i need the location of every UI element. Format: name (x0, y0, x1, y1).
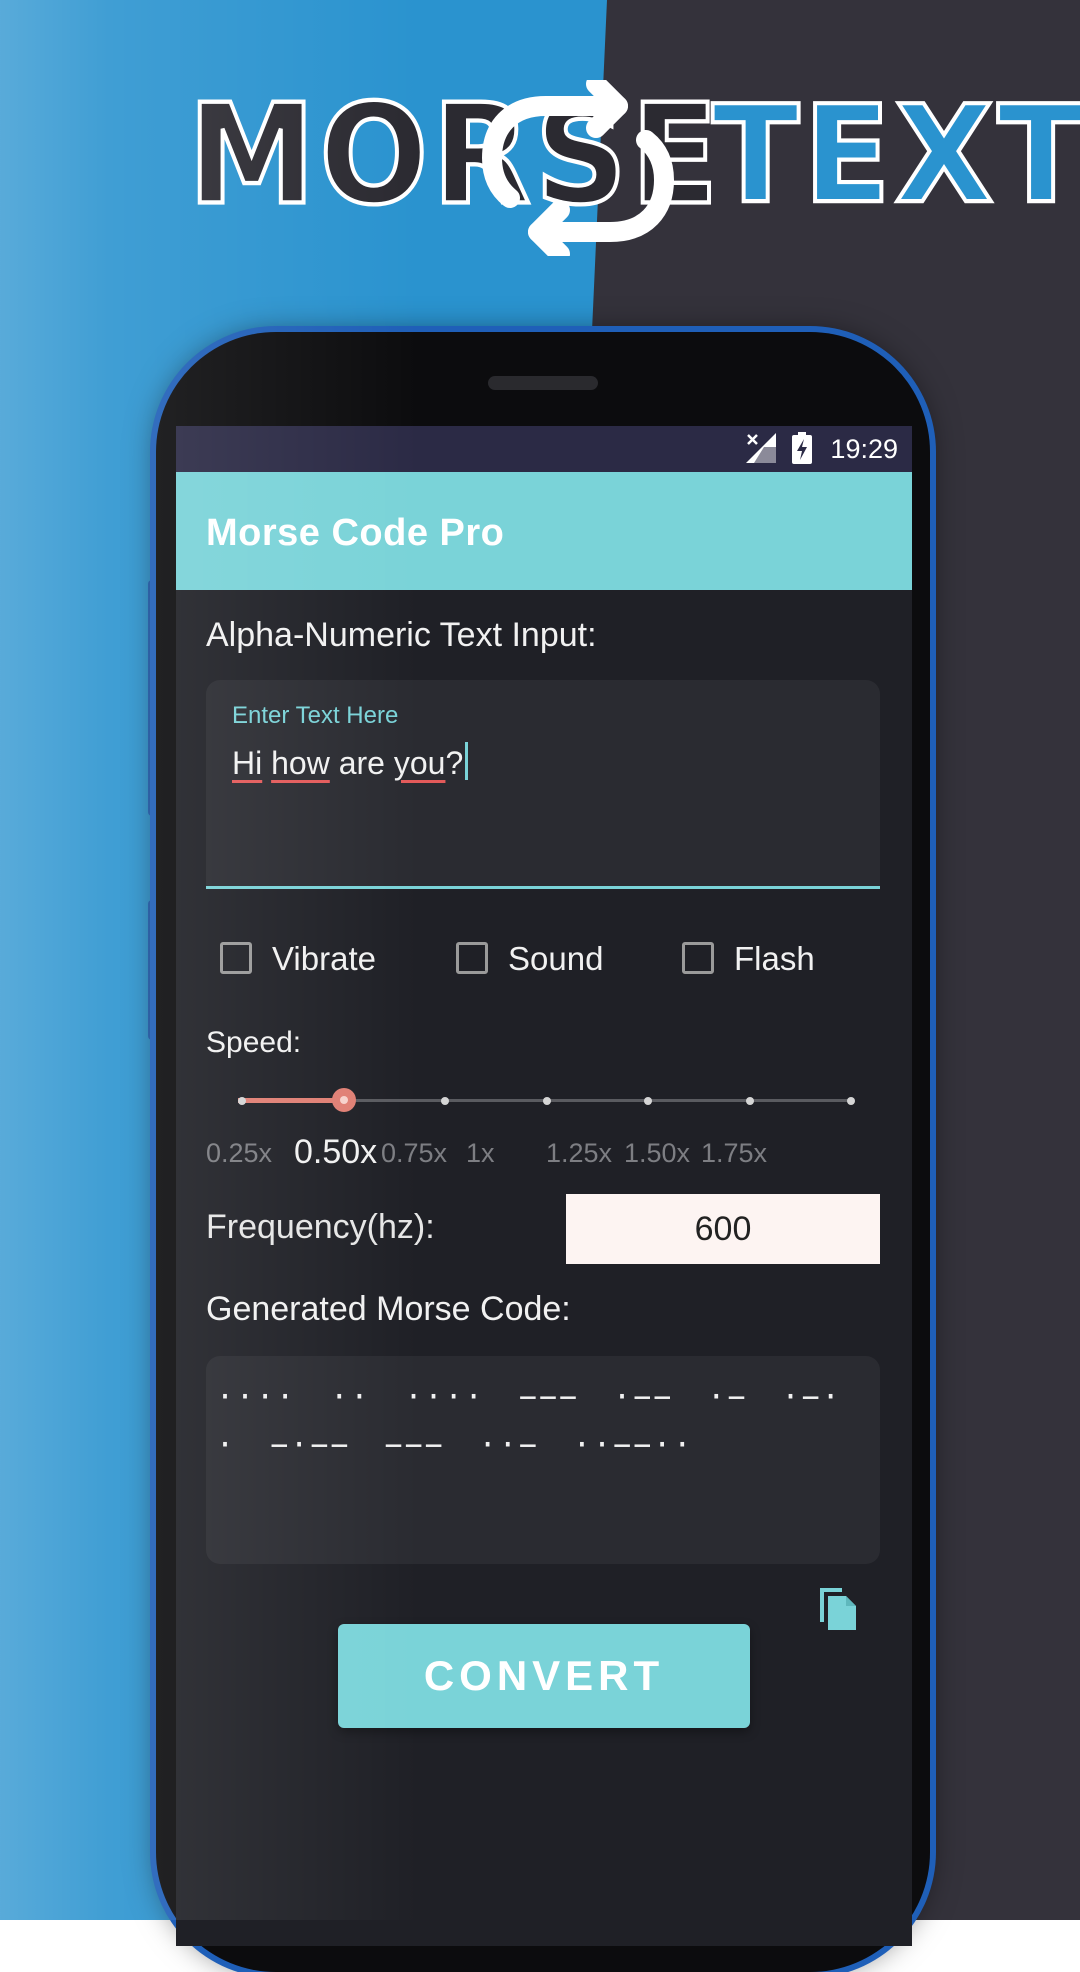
text-input-value: Hi how are you? (232, 742, 469, 782)
app-title: Morse Code Pro (206, 512, 505, 554)
speed-tick-label[interactable]: 1.25x (546, 1138, 612, 1169)
banner-text-word: TEXT (710, 77, 1080, 234)
morse-output-label: Generated Morse Code: (206, 1290, 571, 1328)
speed-slider-tick (542, 1097, 551, 1105)
morse-output-box[interactable]: ···· ·· ···· −−− ·−− ·− ·−· · −·−− −−− ·… (206, 1356, 880, 1564)
swap-arrows-icon (482, 80, 674, 256)
checkbox-box[interactable] (220, 942, 252, 974)
text-input-hint: Enter Text Here (232, 702, 399, 729)
speed-slider-tick (441, 1097, 449, 1105)
copy-icon[interactable] (816, 1584, 860, 1634)
battery-charging-icon (792, 432, 812, 464)
phone-side-button (148, 900, 156, 1040)
status-time: 19:29 (830, 434, 898, 464)
misspelled-word: you (393, 745, 446, 781)
speed-label: Speed: (206, 1026, 302, 1059)
phone-speaker (488, 376, 598, 390)
flash-label: Flash (734, 940, 815, 977)
checkbox-box[interactable] (456, 942, 488, 974)
misspelled-word: Hi (232, 745, 263, 781)
input-text-segment (262, 745, 271, 781)
speed-slider-tick (745, 1097, 754, 1105)
text-input-field[interactable]: Enter Text Here Hi how are you? (206, 680, 880, 889)
sound-label: Sound (508, 940, 604, 977)
signal-icon (746, 433, 776, 463)
text-input-label: Alpha-Numeric Text Input: (206, 616, 597, 654)
phone-side-button (148, 580, 156, 816)
status-bar: 19:29 (176, 426, 912, 472)
input-text-segment: are (329, 745, 394, 781)
misspelled-word: how (271, 745, 330, 781)
speed-slider-fill (238, 1098, 344, 1103)
frequency-input[interactable]: 600 (566, 1194, 880, 1264)
speed-tick-label[interactable]: 1.75x (701, 1138, 767, 1169)
speed-slider-tick (238, 1097, 246, 1105)
speed-tick-label[interactable]: 0.75x (381, 1138, 447, 1169)
speed-slider-tick (847, 1097, 855, 1105)
speed-tick-label[interactable]: 1.50x (624, 1138, 690, 1169)
speed-slider-tick (644, 1097, 652, 1105)
speed-tick-label[interactable]: 0.25x (206, 1138, 272, 1169)
speed-tick-label[interactable]: 1x (466, 1138, 495, 1169)
app-bar: Morse Code Pro (176, 472, 912, 590)
speed-tick-label[interactable]: 0.50x (294, 1133, 377, 1172)
phone-screen: 19:29 Morse Code Pro Alpha-Numeric Text … (176, 426, 912, 1946)
text-cursor (465, 742, 469, 780)
morse-output-text: ···· ·· ···· −−− ·−− ·− ·−· · −·−− −−− ·… (216, 1380, 842, 1463)
frequency-label: Frequency(hz): (206, 1208, 435, 1246)
checkbox-box[interactable] (682, 942, 714, 974)
vibrate-label: Vibrate (272, 940, 376, 977)
input-text-segment: ? (445, 745, 464, 781)
speed-slider-thumb[interactable] (331, 1088, 356, 1112)
convert-button[interactable]: CONVERT (338, 1624, 750, 1728)
